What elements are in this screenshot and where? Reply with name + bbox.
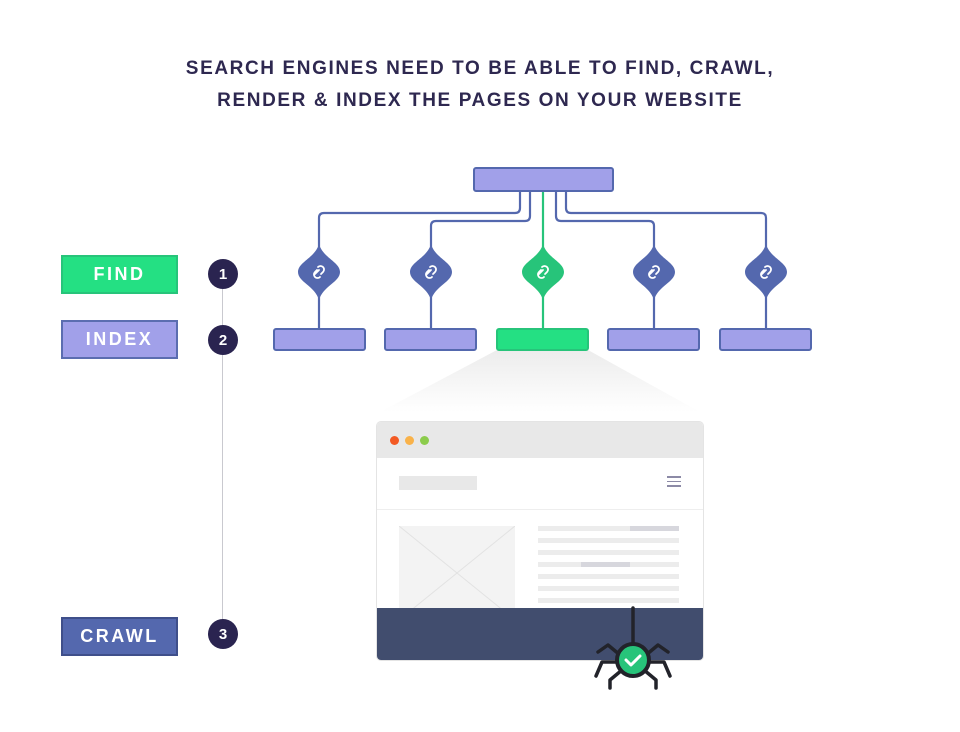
logo-placeholder xyxy=(399,476,477,490)
image-placeholder-icon xyxy=(398,525,516,621)
page-node-5 xyxy=(719,328,812,351)
spider-icon xyxy=(594,606,672,690)
link-node-1 xyxy=(298,244,340,300)
text-placeholder-line xyxy=(538,562,679,567)
text-placeholder-line xyxy=(538,550,679,555)
link-node-5 xyxy=(745,244,787,300)
link-node-3 xyxy=(522,244,564,300)
text-placeholder-line xyxy=(538,538,679,543)
root-page-node xyxy=(473,167,614,192)
maximize-window-dot[interactable] xyxy=(420,436,429,445)
connector-page-4 xyxy=(554,191,656,330)
page-node-2 xyxy=(384,328,477,351)
page-node-3 xyxy=(496,328,589,351)
page-node-4 xyxy=(607,328,700,351)
focus-beam xyxy=(380,350,700,412)
hamburger-menu-icon[interactable] xyxy=(667,476,681,488)
minimize-window-dot[interactable] xyxy=(405,436,414,445)
browser-title-bar xyxy=(377,422,703,458)
text-placeholder-line xyxy=(538,574,679,579)
connector-page-2 xyxy=(429,191,532,330)
text-placeholder-line xyxy=(538,526,679,531)
link-node-4 xyxy=(633,244,675,300)
close-window-dot[interactable] xyxy=(390,436,399,445)
page-node-1 xyxy=(273,328,366,351)
link-node-2 xyxy=(410,244,452,300)
site-header xyxy=(377,459,703,510)
text-placeholder-line xyxy=(538,586,679,591)
